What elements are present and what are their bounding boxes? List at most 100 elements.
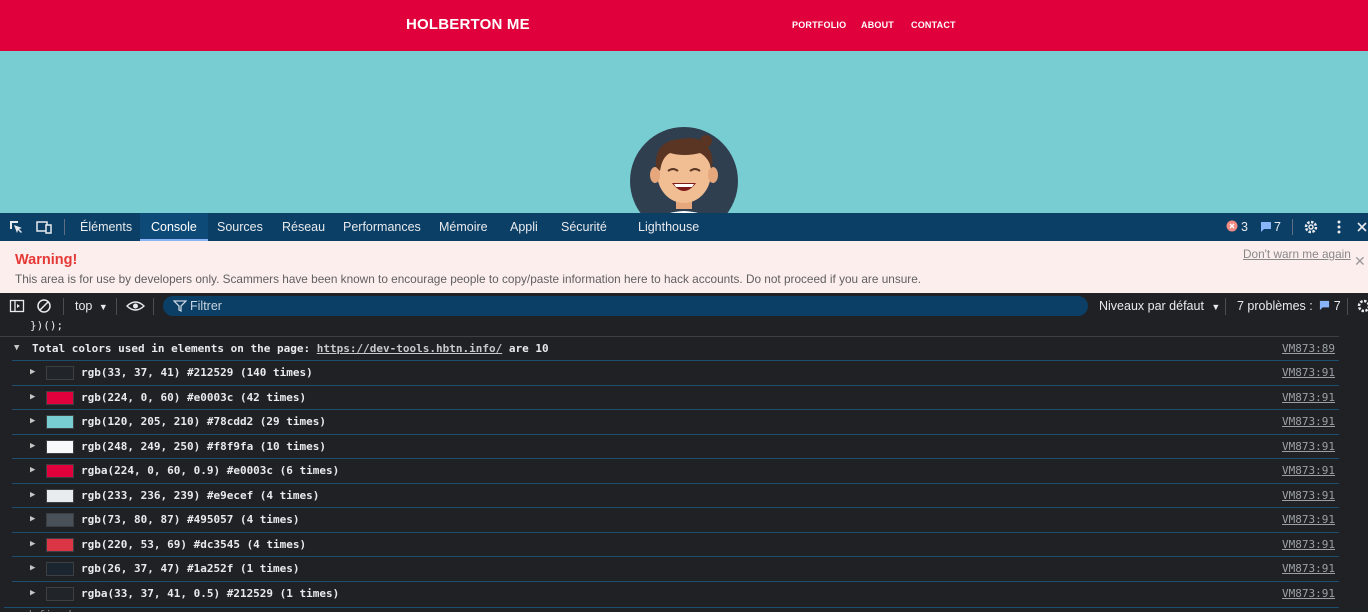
previous-output-line: })(); [30, 319, 64, 332]
color-swatch [46, 513, 74, 527]
nav-link-about[interactable]: ABOUT [861, 20, 894, 30]
expanded-triangle-icon[interactable]: ▼ [14, 343, 19, 353]
error-count[interactable]: 3 [1241, 213, 1248, 241]
console-row[interactable]: ▶ rgb(220, 53, 69) #dc3545 (4 times) VM873… [12, 531, 1339, 557]
tab-security[interactable]: Sécurité [561, 213, 607, 241]
collapsed-triangle-icon[interactable]: ▶ [30, 563, 35, 573]
close-devtools-icon[interactable] [1356, 219, 1368, 235]
tab-application[interactable]: Appli [510, 213, 538, 241]
tab-console[interactable]: Console [140, 213, 208, 241]
group-message: Total colors used in elements on the pag… [32, 342, 549, 355]
inspect-element-icon[interactable] [8, 219, 24, 235]
collapsed-triangle-icon[interactable]: ▶ [30, 465, 35, 475]
group-suffix: are 10 [508, 342, 549, 355]
console-row[interactable]: ▶ rgb(33, 37, 41) #212529 (140 times) VM87… [12, 360, 1339, 385]
toolbar-divider [116, 298, 117, 315]
source-location-link[interactable]: VM873:91 [1282, 464, 1335, 477]
color-usage-text: rgb(120, 205, 210) #78cdd2 (29 times) [81, 415, 327, 428]
source-location-link[interactable]: VM873:91 [1282, 391, 1335, 404]
group-prefix: Total colors used in elements on the pag… [32, 342, 311, 355]
live-expression-eye-icon[interactable] [125, 298, 146, 314]
log-levels-dropdown[interactable]: Niveaux par défaut ▼ [1099, 299, 1220, 313]
console-row[interactable]: ▶ rgb(120, 205, 210) #78cdd2 (29 times) VM… [12, 409, 1339, 434]
color-usage-text: rgb(33, 37, 41) #212529 (140 times) [81, 366, 313, 379]
source-location-link[interactable]: VM873:91 [1282, 440, 1335, 453]
collapsed-triangle-icon[interactable]: ▶ [30, 490, 35, 500]
color-swatch [46, 366, 74, 380]
collapsed-triangle-icon[interactable]: ▶ [30, 367, 35, 377]
more-options-icon[interactable] [1331, 219, 1347, 235]
color-usage-text: rgb(73, 80, 87) #495057 (4 times) [81, 513, 300, 526]
context-label: top [75, 299, 93, 313]
nav-link-contact[interactable]: CONTACT [911, 20, 956, 30]
source-location-link[interactable]: VM873:91 [1282, 538, 1335, 551]
tab-sources[interactable]: Sources [217, 213, 263, 241]
collapsed-triangle-icon[interactable]: ▶ [30, 416, 35, 426]
tab-memory[interactable]: Mémoire [439, 213, 488, 241]
tab-performance[interactable]: Performances [343, 213, 421, 241]
settings-gear-icon[interactable] [1303, 219, 1319, 235]
color-usage-text: rgb(26, 37, 47) #1a252f (1 times) [81, 562, 300, 575]
collapsed-triangle-icon[interactable]: ▶ [30, 588, 35, 598]
issues-count: 7 [1333, 299, 1341, 313]
console-row[interactable]: ▶ rgb(73, 80, 87) #495057 (4 times) VM873:… [12, 507, 1339, 532]
color-swatch [46, 390, 74, 405]
source-location-link[interactable]: VM873:91 [1282, 513, 1335, 526]
collapsed-triangle-icon[interactable]: ▶ [30, 392, 35, 402]
color-swatch [46, 464, 74, 478]
source-location-link[interactable]: VM873:91 [1282, 562, 1335, 575]
console-row[interactable]: ▶ rgba(33, 37, 41, 0.5) #212529 (1 times)… [12, 580, 1339, 606]
context-selector[interactable]: top ▼ [75, 299, 108, 313]
avatar [630, 127, 738, 213]
color-usage-text: rgb(248, 249, 250) #f8f9fa (10 times) [81, 439, 327, 453]
tab-elements[interactable]: Éléments [80, 213, 132, 241]
site-navbar: HOLBERTON ME PORTFOLIO ABOUT CONTACT [0, 0, 1368, 51]
console-row[interactable]: ▶ rgb(26, 37, 47) #1a252f (1 times) VM873:… [12, 556, 1339, 581]
console-row[interactable]: ▶ rgb(224, 0, 60) #e0003c (42 times) VM873… [12, 384, 1339, 410]
dont-warn-again-link[interactable]: Don't warn me again [1243, 247, 1351, 261]
console-toolbar: top ▼ Filtrer Niveaux par défaut ▼ 7 pro… [0, 294, 1368, 319]
filter-placeholder: Filtrer [190, 299, 222, 313]
close-icon[interactable]: ✕ [1354, 253, 1366, 270]
error-icon[interactable] [1226, 220, 1238, 232]
color-swatch [46, 415, 74, 429]
color-swatch [46, 537, 74, 552]
source-location-link[interactable]: VM873:91 [1282, 366, 1335, 379]
color-usage-text: rgba(224, 0, 60, 0.9) #e0003c (6 times) [81, 464, 340, 477]
hero-section [0, 51, 1368, 213]
source-location-link[interactable]: VM873:91 [1282, 489, 1335, 502]
toolbar-divider [1292, 219, 1293, 235]
message-count[interactable]: 7 [1274, 213, 1281, 241]
sidebar-toggle-icon[interactable] [9, 298, 25, 314]
source-location-link[interactable]: VM873:91 [1282, 415, 1335, 428]
console-settings-gear-icon[interactable] [1356, 298, 1368, 314]
console-row[interactable]: ▶ rgb(233, 236, 239) #e9ecef (4 times) VM8… [12, 482, 1339, 508]
collapsed-triangle-icon[interactable]: ▶ [30, 514, 35, 524]
console-row[interactable]: ▶ rgb(248, 249, 250) #f8f9fa (10 times) VM… [12, 433, 1339, 459]
nav-link-portfolio[interactable]: PORTFOLIO [792, 20, 846, 30]
issues-label: 7 problèmes : [1237, 299, 1313, 313]
tab-network[interactable]: Réseau [282, 213, 325, 241]
device-toolbar-icon[interactable] [36, 219, 52, 235]
warning-body: This area is for use by developers only.… [15, 272, 922, 286]
self-xss-warning: Warning! This area is for use by develop… [0, 241, 1368, 293]
color-swatch [46, 439, 74, 454]
tab-lighthouse[interactable]: Lighthouse [638, 213, 699, 241]
source-location-link[interactable]: VM873:89 [1282, 342, 1335, 355]
collapsed-triangle-icon[interactable]: ▶ [30, 441, 35, 451]
source-location-link[interactable]: VM873:91 [1282, 587, 1335, 600]
color-swatch [46, 586, 74, 601]
message-icon[interactable] [1260, 221, 1272, 233]
site-brand[interactable]: HOLBERTON ME [406, 16, 530, 33]
console-row[interactable]: ▶ rgba(224, 0, 60, 0.9) #e0003c (6 times)… [12, 458, 1339, 483]
clear-console-icon[interactable] [36, 298, 52, 314]
filter-input[interactable]: Filtrer [163, 296, 1088, 316]
page-url-link[interactable]: https://dev-tools.hbtn.info/ [317, 342, 502, 355]
toolbar-divider [153, 298, 154, 315]
toolbar-divider [1225, 298, 1226, 315]
console-group-header[interactable]: ▼ Total colors used in elements on the p… [0, 336, 1339, 360]
color-swatch [46, 488, 74, 503]
toolbar-divider [1347, 298, 1348, 315]
issues-button[interactable]: 7 problèmes : 7 [1237, 299, 1341, 314]
collapsed-triangle-icon[interactable]: ▶ [30, 539, 35, 549]
